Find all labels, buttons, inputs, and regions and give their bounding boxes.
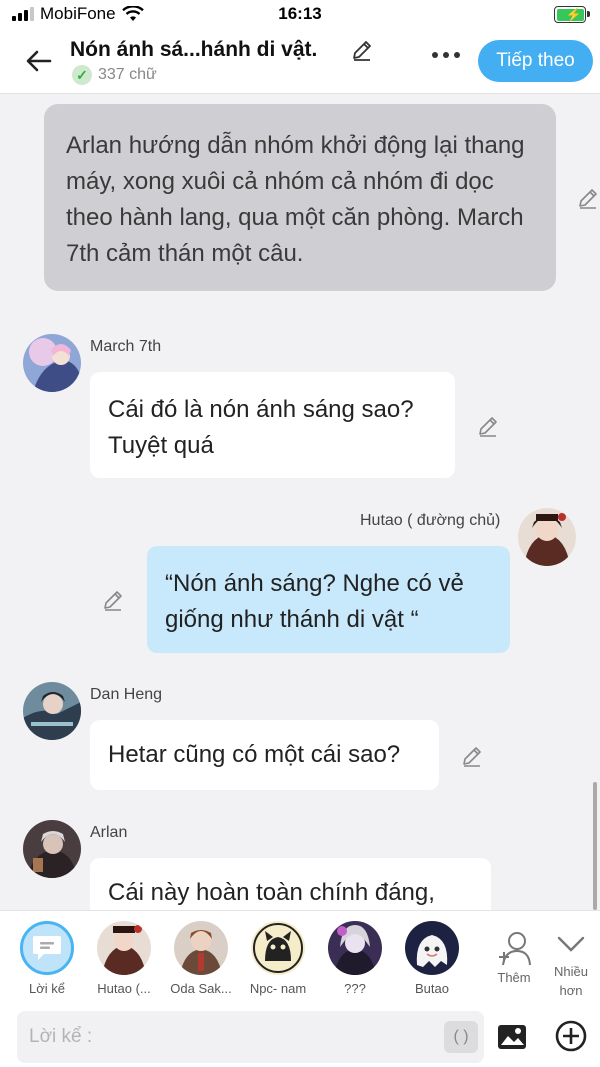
message-bubble[interactable]: Hetar cũng có một cái sao? bbox=[90, 720, 439, 790]
status-time: 16:13 bbox=[278, 4, 322, 23]
word-count: ✓ 337 chữ bbox=[72, 65, 157, 85]
editor-header: Nón ánh sá...hánh di vật. ✓ 337 chữ Tiếp… bbox=[0, 30, 600, 94]
message-bubble[interactable]: Cái này hoàn toàn chính đáng, bbox=[90, 858, 491, 910]
word-count-text: 337 chữ bbox=[98, 66, 157, 83]
character-label: Oda Sak... bbox=[170, 981, 232, 996]
check-icon: ✓ bbox=[72, 65, 92, 85]
avatar-hutao[interactable] bbox=[518, 508, 576, 566]
character-label: Npc- nam bbox=[249, 981, 307, 996]
character-avatar bbox=[405, 921, 459, 975]
edit-title-pencil-icon[interactable] bbox=[350, 38, 374, 62]
sender-name: Arlan bbox=[90, 824, 128, 841]
character-label: ??? bbox=[344, 981, 366, 996]
character-selector: Lời kể Hutao (... Oda Sak... Npc- nam ??… bbox=[0, 921, 600, 1011]
character-label: Butao bbox=[415, 981, 449, 996]
bottom-panel: Lời kể Hutao (... Oda Sak... Npc- nam ??… bbox=[0, 910, 600, 1067]
character-avatar bbox=[328, 921, 382, 975]
add-person-icon bbox=[499, 932, 531, 966]
story-title[interactable]: Nón ánh sá...hánh di vật. bbox=[70, 38, 317, 62]
character-avatar bbox=[97, 921, 151, 975]
avatar-dan-heng[interactable] bbox=[23, 682, 81, 740]
status-bar: MobiFone 16:13 ⚡ bbox=[0, 0, 600, 30]
add-circle-icon[interactable] bbox=[554, 1019, 588, 1053]
add-character-label: Thêm bbox=[497, 970, 531, 985]
character-unknown[interactable]: ??? bbox=[323, 921, 387, 996]
character-label: Lời kể bbox=[29, 981, 65, 996]
character-avatar bbox=[251, 921, 305, 975]
input-row: Lời kể : ( ) bbox=[0, 1011, 600, 1067]
narration-bubble[interactable]: Arlan hướng dẫn nhóm khởi động lại thang… bbox=[44, 104, 556, 291]
character-label: Hutao (... bbox=[97, 981, 151, 996]
battery-icon: ⚡ bbox=[554, 6, 590, 23]
narration-input[interactable]: Lời kể : bbox=[17, 1011, 484, 1063]
parenthesis-button[interactable]: ( ) bbox=[444, 1021, 478, 1053]
sender-name: Hutao ( đường chủ) bbox=[360, 512, 501, 529]
character-avatar bbox=[174, 921, 228, 975]
next-button[interactable]: Tiếp theo bbox=[478, 40, 593, 82]
chat-area[interactable]: Arlan hướng dẫn nhóm khởi động lại thang… bbox=[0, 94, 600, 910]
message-bubble[interactable]: Cái đó là nón ánh sáng sao? Tuyệt quá bbox=[90, 372, 455, 478]
more-characters-button[interactable]: Nhiều hơn bbox=[547, 933, 595, 1000]
character-butao[interactable]: Butao bbox=[400, 921, 464, 996]
edit-message-pencil-icon[interactable] bbox=[476, 414, 500, 438]
edit-message-pencil-icon[interactable] bbox=[101, 588, 125, 612]
add-character-button[interactable]: Thêm bbox=[490, 931, 538, 985]
edit-message-pencil-icon[interactable] bbox=[460, 744, 484, 768]
narrator-avatar bbox=[20, 921, 74, 975]
chat-scrollbar[interactable] bbox=[593, 782, 597, 910]
image-icon[interactable] bbox=[496, 1021, 528, 1053]
character-narrator[interactable]: Lời kể bbox=[15, 921, 79, 996]
sender-name: Dan Heng bbox=[90, 686, 163, 703]
edit-narration-pencil-icon[interactable] bbox=[576, 186, 600, 210]
avatar-arlan[interactable] bbox=[23, 820, 81, 878]
avatar-march-7th[interactable] bbox=[23, 334, 81, 392]
character-hutao[interactable]: Hutao (... bbox=[92, 921, 156, 996]
speech-bubble-icon bbox=[33, 936, 61, 960]
sender-name: March 7th bbox=[90, 338, 162, 355]
character-oda-sakunosuke[interactable]: Oda Sak... bbox=[169, 921, 233, 996]
more-options-icon[interactable] bbox=[432, 52, 460, 58]
back-arrow-icon[interactable] bbox=[22, 44, 56, 78]
chevron-down-icon bbox=[557, 936, 585, 952]
character-npc-male[interactable]: Npc- nam bbox=[246, 921, 310, 996]
my-message-bubble[interactable]: “Nón ánh sáng? Nghe có vẻ giống như thán… bbox=[147, 546, 510, 653]
more-characters-label: Nhiều hơn bbox=[554, 964, 588, 998]
